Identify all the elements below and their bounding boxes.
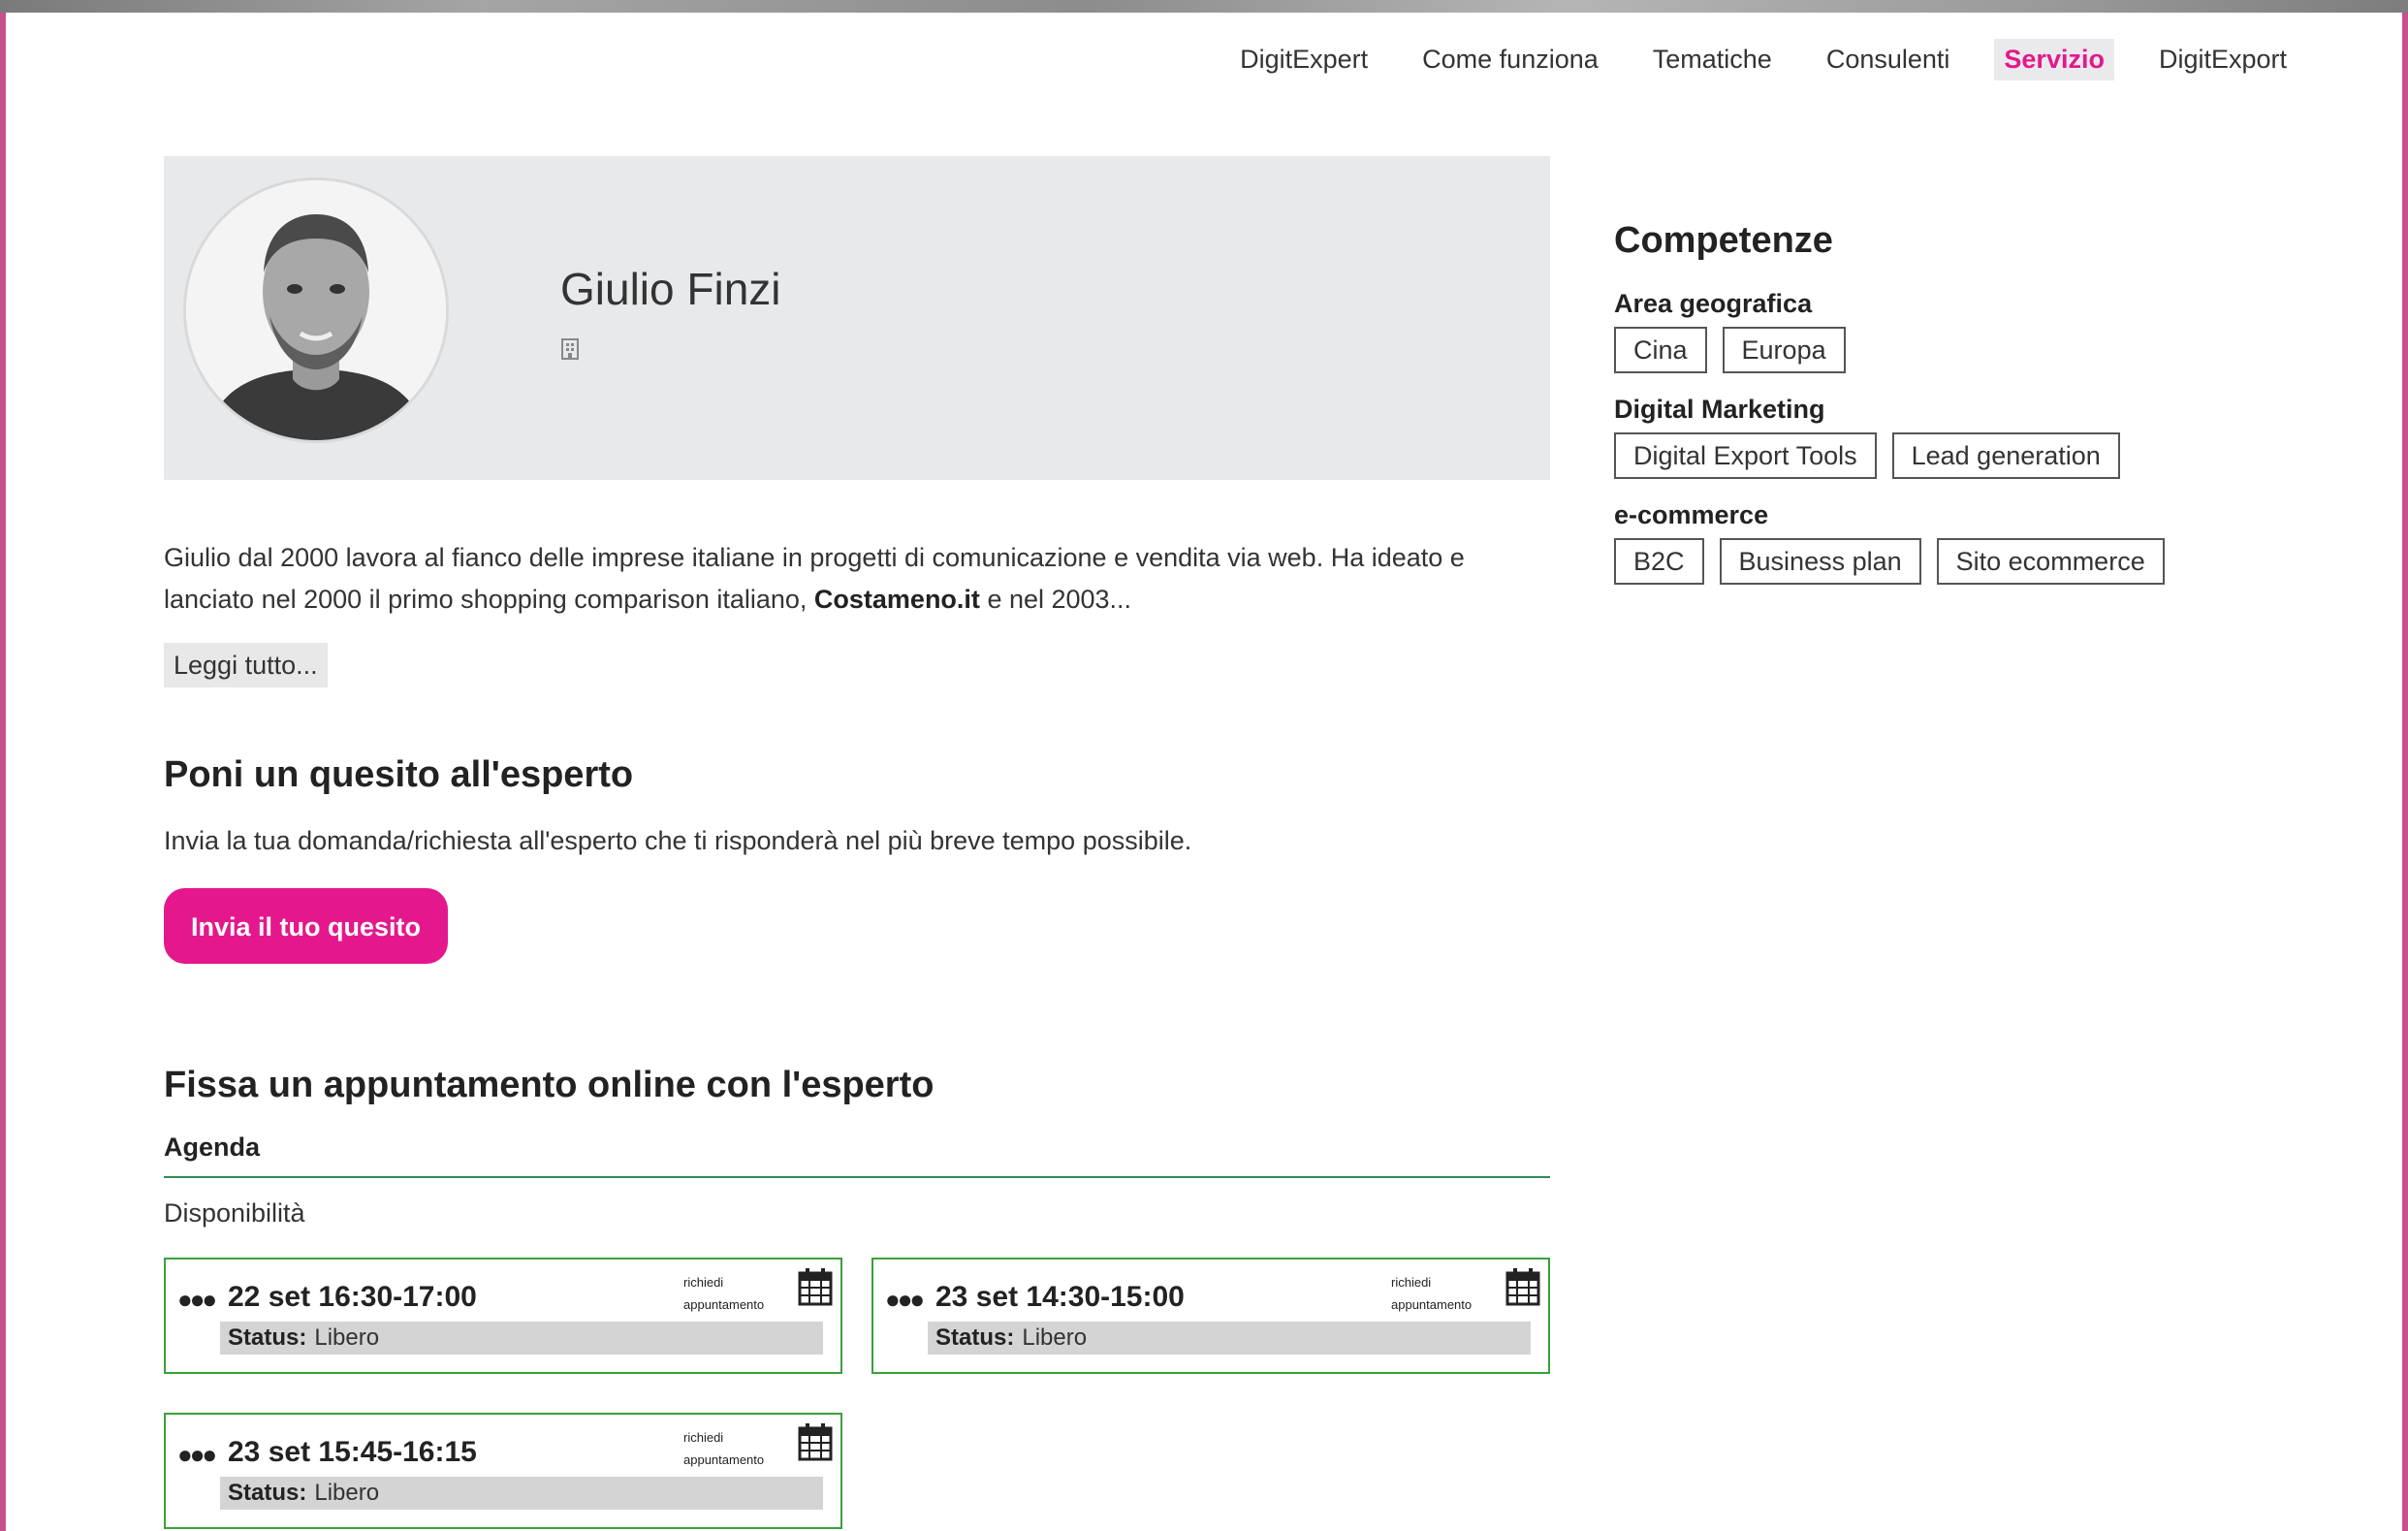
competence-group-title: Area geografica (1614, 289, 1813, 318)
competence-group-area: Area geografica Cina Europa (1614, 289, 1846, 373)
window-edge-right (2402, 13, 2408, 1531)
competence-tag[interactable]: B2C (1614, 538, 1704, 585)
nav-item-digitexport[interactable]: DigitExport (2149, 39, 2297, 80)
bio-text-end: e nel 2003... (979, 585, 1132, 614)
more-icon: ●●● (885, 1285, 925, 1314)
window-edge-left (0, 13, 6, 1531)
main-nav: DigitExpert Come funziona Tematiche Cons… (1230, 39, 2297, 80)
avatar (183, 177, 449, 443)
slot-status: Status: Libero (220, 1322, 823, 1355)
availability-label: Disponibilità (164, 1198, 305, 1228)
calendar-icon[interactable] (1505, 1267, 1540, 1306)
question-description: Invia la tua domanda/richiesta all'esper… (164, 826, 1192, 855)
browser-top-bar (0, 0, 2408, 13)
nav-item-consulenti[interactable]: Consulenti (1817, 39, 1960, 80)
competence-tag[interactable]: Sito ecommerce (1936, 538, 2165, 585)
agenda-divider (164, 1176, 1550, 1178)
appointment-slot[interactable]: ●●● 23 set 15:45-16:15 richiedi appuntame… (164, 1413, 842, 1529)
slot-status: Status: Libero (928, 1322, 1531, 1355)
appointment-slot[interactable]: ●●● 22 set 16:30-17:00 richiedi appuntame… (164, 1258, 842, 1374)
building-icon (561, 338, 579, 360)
more-icon: ●●● (177, 1440, 217, 1469)
competence-group-title: e-commerce (1614, 500, 1769, 529)
competences-title: Competenze (1614, 220, 1833, 261)
calendar-icon[interactable] (798, 1422, 833, 1461)
read-more-button[interactable]: Leggi tutto... (164, 643, 328, 687)
send-question-button[interactable]: Invia il tuo quesito (164, 888, 448, 964)
expert-name: Giulio Finzi (560, 264, 781, 314)
competence-tag[interactable]: Europa (1722, 327, 1846, 373)
competence-tag[interactable]: Cina (1614, 327, 1707, 373)
nav-item-digitexpert[interactable]: DigitExpert (1230, 39, 1378, 80)
nav-item-come-funziona[interactable]: Come funziona (1412, 39, 1608, 80)
request-appointment-label[interactable]: richiedi appuntamento (683, 1426, 780, 1471)
request-appointment-label[interactable]: richiedi appuntamento (1391, 1271, 1488, 1316)
appointment-section-title: Fissa un appuntamento online con l'esper… (164, 1065, 935, 1105)
nav-item-tematiche[interactable]: Tematiche (1643, 39, 1782, 80)
bio-highlight: Costameno.it (813, 585, 980, 614)
avatar-portrait (186, 180, 446, 440)
competence-group-marketing: Digital Marketing Digital Export Tools L… (1614, 395, 2120, 479)
expert-bio: Giulio dal 2000 lavora al fianco delle i… (164, 537, 1560, 621)
slot-time: 22 set 16:30-17:00 (228, 1281, 477, 1313)
competence-tag[interactable]: Business plan (1719, 538, 1921, 585)
more-icon: ●●● (177, 1285, 217, 1314)
nav-item-servizio[interactable]: Servizio (1994, 39, 2114, 80)
slot-time: 23 set 14:30-15:00 (935, 1281, 1185, 1313)
agenda-tab[interactable]: Agenda (164, 1132, 260, 1163)
request-appointment-label[interactable]: richiedi appuntamento (683, 1271, 780, 1316)
competence-group-ecommerce: e-commerce B2C Business plan Sito ecomme… (1614, 500, 2165, 585)
appointment-slot[interactable]: ●●● 23 set 14:30-15:00 richiedi appuntame… (871, 1258, 1550, 1374)
competence-tag[interactable]: Lead generation (1891, 432, 2120, 479)
slot-time: 23 set 15:45-16:15 (228, 1436, 477, 1468)
slot-status: Status: Libero (220, 1477, 823, 1510)
profile-header: Giulio Finzi (164, 156, 1550, 480)
calendar-icon[interactable] (798, 1267, 833, 1306)
competence-group-title: Digital Marketing (1614, 395, 1825, 424)
competence-tag[interactable]: Digital Export Tools (1614, 432, 1877, 479)
question-section-title: Poni un quesito all'esperto (164, 754, 634, 795)
